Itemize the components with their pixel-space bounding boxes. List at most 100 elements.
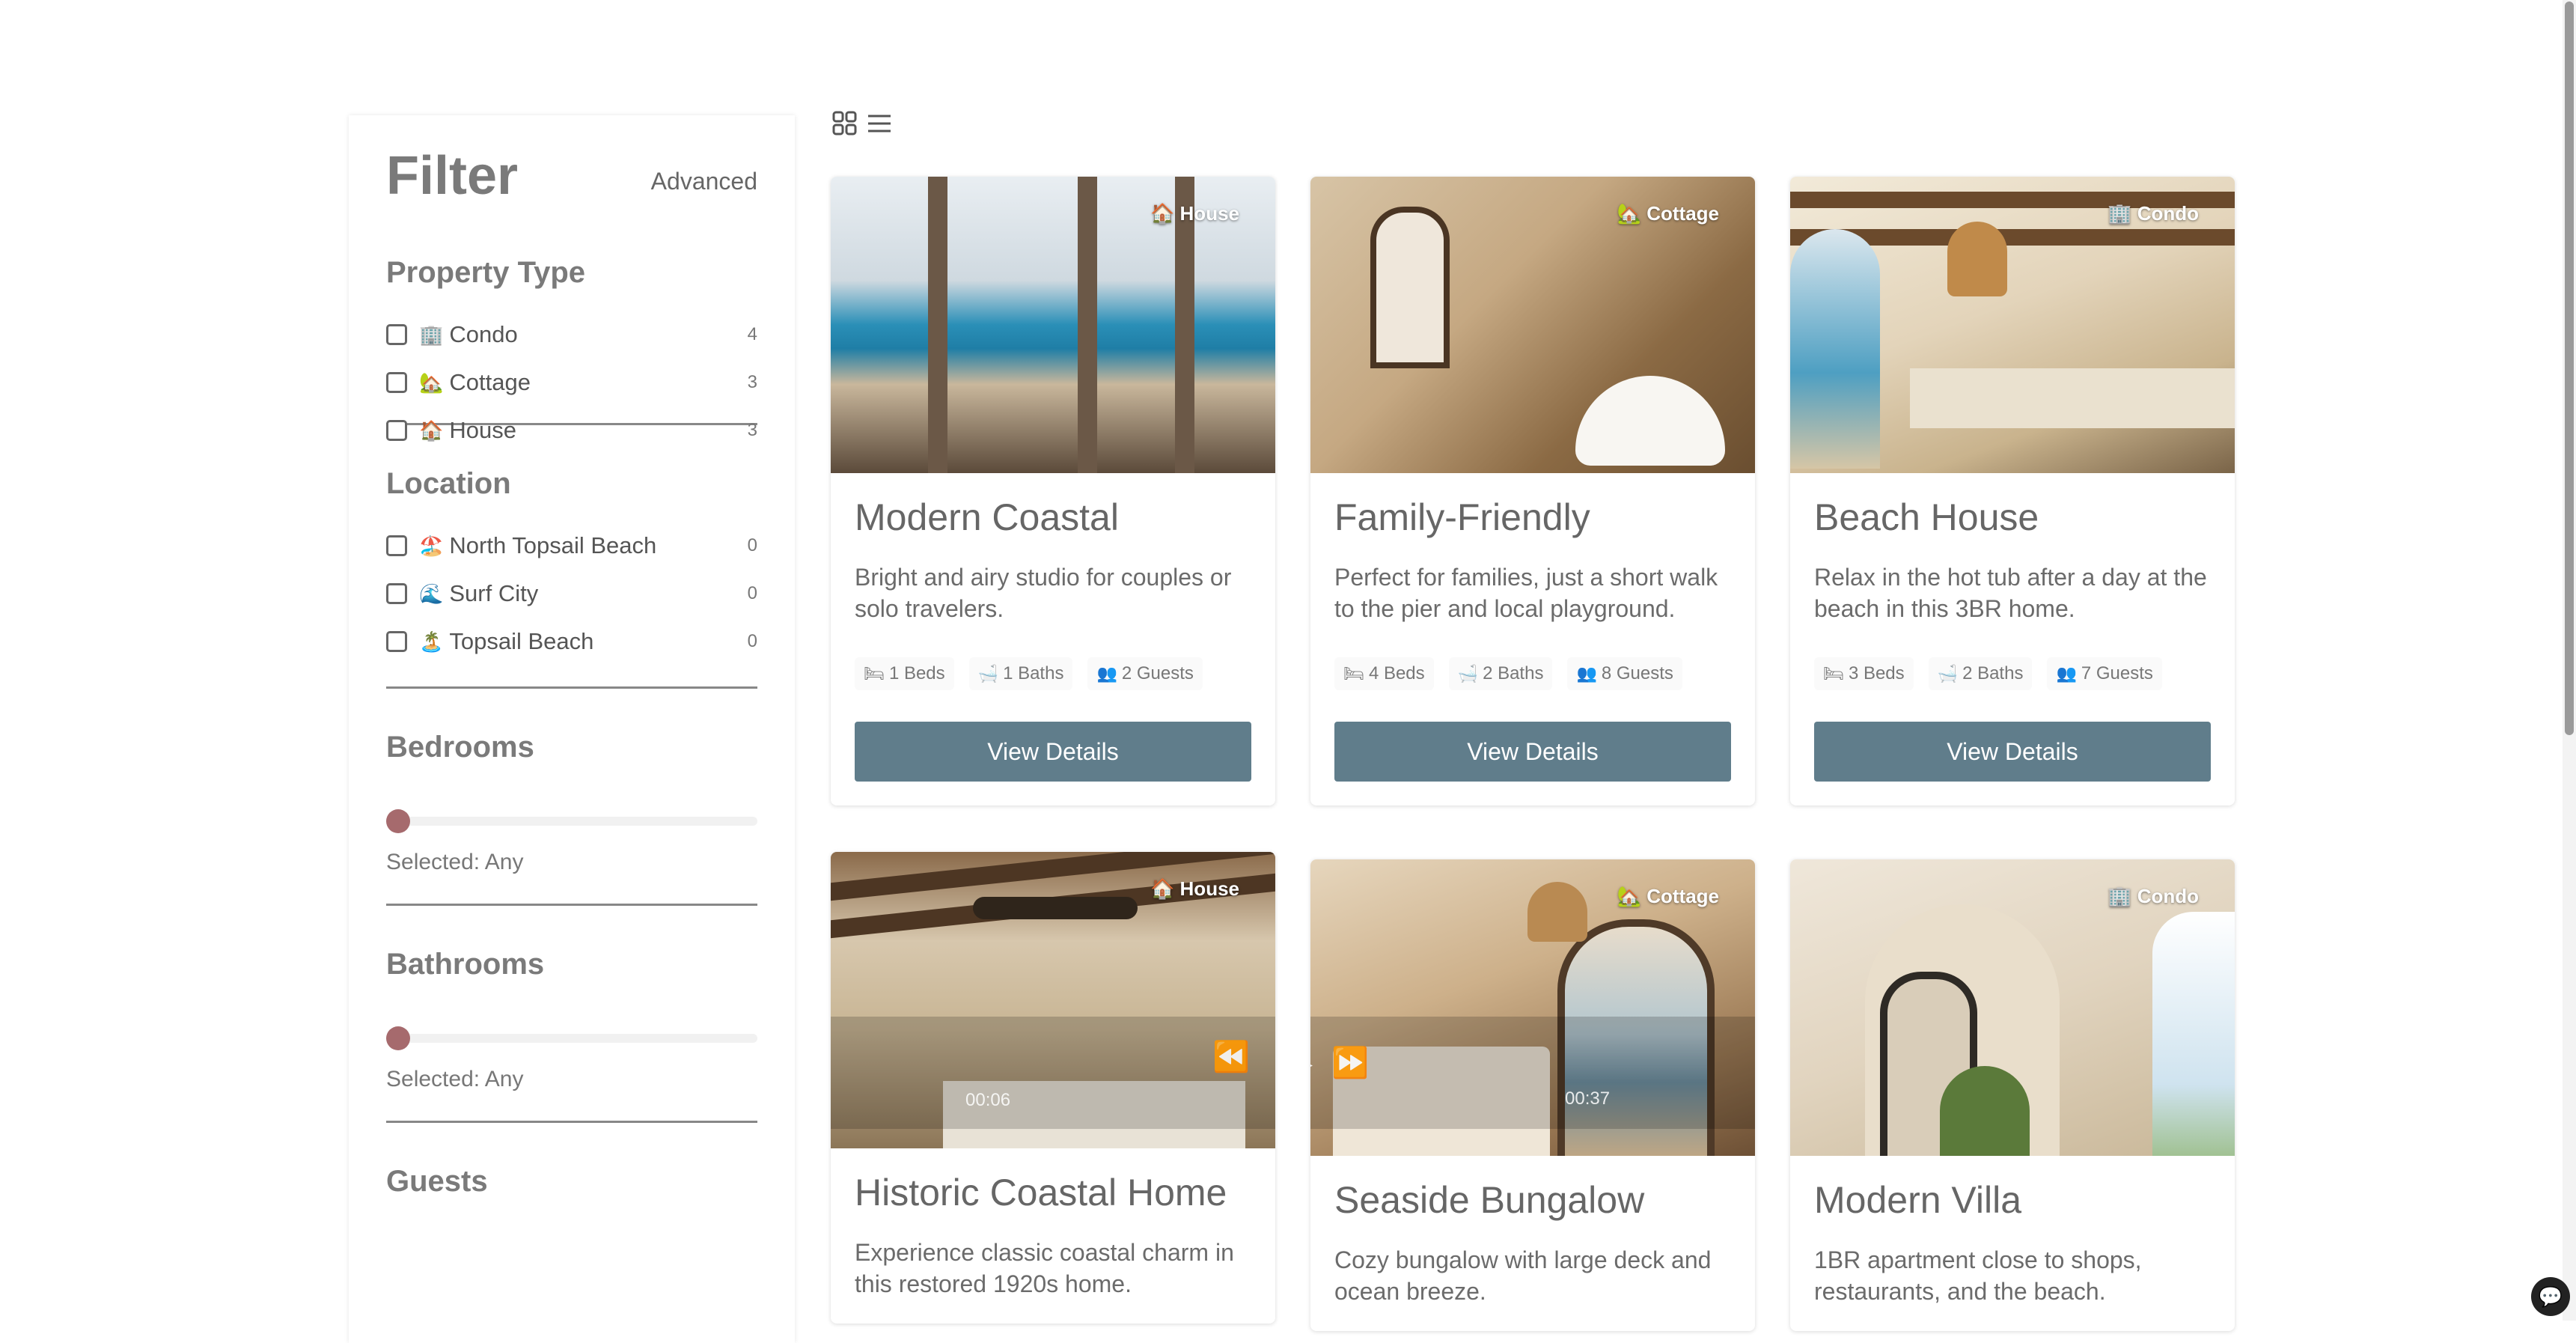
card-title: Historic Coastal Home xyxy=(855,1172,1227,1213)
option-count: 3 xyxy=(747,372,757,392)
bedrooms-section: Bedrooms Selected: Any xyxy=(386,689,757,906)
play-icon[interactable]: ▶ xyxy=(1310,1038,1313,1087)
guests-icon: 👥 xyxy=(2056,664,2077,683)
property-card: 🏢 Condo Modern Villa 1BR apartment close… xyxy=(1790,859,2235,1331)
guests-icon: 👥 xyxy=(1576,664,1597,683)
beds-info: 🛏 3 Beds xyxy=(1814,657,1914,690)
view-details-button[interactable]: View Details xyxy=(1334,722,1731,782)
property-video[interactable]: 🏠 House ⏪ 00:06 xyxy=(831,852,1275,1148)
option-label: North Topsail Beach xyxy=(449,532,657,558)
property-card: 🏢 Condo Beach House Relax in the hot tub… xyxy=(1790,177,2235,806)
option-label: Condo xyxy=(449,321,518,347)
video-total-time: 00:37 xyxy=(1565,1088,1611,1109)
option-count: 4 xyxy=(747,324,757,344)
property-type-badge: 🏠 House xyxy=(1150,877,1239,900)
property-card: 🏡 Cottage Family-Friendly Perfect for fa… xyxy=(1310,177,1755,806)
card-title: Seaside Bungalow xyxy=(1334,1179,1645,1221)
checkbox[interactable] xyxy=(386,324,407,345)
filter-sidebar: Filter Advanced Property Type 🏢 Condo 4 … xyxy=(349,115,795,1343)
option-label: Surf City xyxy=(449,580,539,606)
property-type-option-cottage[interactable]: 🏡 Cottage 3 xyxy=(386,359,757,406)
card-title: Beach House xyxy=(1814,496,2039,538)
card-description: Bright and airy studio for couples or so… xyxy=(855,564,1232,622)
view-toggle xyxy=(832,111,892,136)
location-section: Location 🏖️ North Topsail Beach 0 🌊 Surf… xyxy=(386,425,757,689)
house-icon: 🏠 xyxy=(419,418,444,442)
view-details-button[interactable]: View Details xyxy=(1814,722,2211,782)
slider-handle[interactable] xyxy=(386,809,410,833)
option-label: House xyxy=(449,417,516,443)
cottage-icon: 🏡 xyxy=(419,371,444,394)
property-type-badge: 🏠 House xyxy=(1150,202,1239,225)
location-title: Location xyxy=(386,467,511,500)
fast-forward-icon[interactable]: ⏩ xyxy=(1331,1045,1369,1080)
card-description: 1BR apartment close to shops, restaurant… xyxy=(1814,1246,2142,1305)
baths-info: 🛁 2 Baths xyxy=(1928,657,2033,690)
bedrooms-title: Bedrooms xyxy=(386,731,534,764)
property-type-option-condo[interactable]: 🏢 Condo 4 xyxy=(386,311,757,359)
building-icon: 🏢 xyxy=(419,323,444,346)
property-photo[interactable]: 🏠 House xyxy=(831,177,1275,473)
baths-info: 🛁 1 Baths xyxy=(968,657,1073,690)
bed-icon: 🛏 xyxy=(1823,664,1844,683)
property-photo[interactable]: 🏡 Cottage ▶ ⏩ 00:37 xyxy=(1310,859,1755,1156)
bathrooms-section: Bathrooms Selected: Any xyxy=(386,906,757,1123)
card-description: Experience classic coastal charm in this… xyxy=(855,1239,1234,1297)
checkbox[interactable] xyxy=(386,631,407,652)
property-photo[interactable]: 🏢 Condo xyxy=(1790,177,2235,473)
checkbox[interactable] xyxy=(386,583,407,604)
chat-icon[interactable]: 💬 xyxy=(2531,1277,2570,1316)
bathrooms-slider[interactable] xyxy=(386,1026,757,1050)
bedrooms-selected: Selected: Any xyxy=(386,850,524,874)
property-photo[interactable]: 🏢 Condo xyxy=(1790,859,2235,1156)
card-title: Modern Coastal xyxy=(855,496,1119,538)
video-controls xyxy=(831,1017,1275,1129)
rewind-icon[interactable]: ⏪ xyxy=(1212,1039,1250,1074)
wave-icon: 🌊 xyxy=(419,582,444,605)
property-type-title: Property Type xyxy=(386,256,585,289)
slider-handle[interactable] xyxy=(386,1026,410,1050)
property-type-badge: 🏢 Condo xyxy=(2108,885,2199,907)
card-description: Relax in the hot tub after a day at the … xyxy=(1814,564,2207,622)
guests-info: 👥 2 Guests xyxy=(1087,657,1203,690)
property-type-badge: 🏢 Condo xyxy=(2108,202,2199,225)
card-title: Modern Villa xyxy=(1814,1179,2022,1221)
checkbox[interactable] xyxy=(386,372,407,393)
list-icon[interactable] xyxy=(867,111,892,136)
property-type-badge: 🏡 Cottage xyxy=(1617,885,1719,907)
option-count: 0 xyxy=(747,583,757,603)
bed-icon: 🛏 xyxy=(1343,664,1364,683)
guests-section: Guests xyxy=(386,1123,757,1199)
island-icon: 🏝️ xyxy=(419,630,444,653)
card-title: Family-Friendly xyxy=(1334,496,1590,538)
guests-info: 👥 8 Guests xyxy=(1567,657,1682,690)
option-count: 0 xyxy=(747,535,757,555)
guests-title: Guests xyxy=(386,1165,488,1198)
property-card: 🏠 House Modern Coastal Bright and airy s… xyxy=(831,177,1275,806)
checkbox[interactable] xyxy=(386,420,407,441)
view-details-button[interactable]: View Details xyxy=(855,722,1251,782)
beds-info: 🛏 1 Beds xyxy=(855,657,954,690)
guests-info: 👥 7 Guests xyxy=(2047,657,2162,690)
option-count: 3 xyxy=(747,420,757,440)
option-count: 0 xyxy=(747,631,757,651)
checkbox[interactable] xyxy=(386,535,407,556)
guests-icon: 👥 xyxy=(1096,664,1117,683)
advanced-link[interactable]: Advanced xyxy=(651,168,757,195)
location-option-topsail-beach[interactable]: 🏝️ Topsail Beach 0 xyxy=(386,618,757,666)
video-current-time: 00:06 xyxy=(965,1090,1011,1110)
scrollbar-thumb[interactable] xyxy=(2565,1,2574,735)
bed-icon: 🛏 xyxy=(864,664,885,683)
location-option-north-topsail-beach[interactable]: 🏖️ North Topsail Beach 0 xyxy=(386,522,757,570)
option-label: Topsail Beach xyxy=(449,628,594,654)
bedrooms-slider[interactable] xyxy=(386,809,757,833)
property-type-section: Property Type 🏢 Condo 4 🏡 Cottage 3 🏠 Ho… xyxy=(386,235,757,443)
beach-umbrella-icon: 🏖️ xyxy=(419,534,444,557)
vertical-scrollbar[interactable] xyxy=(2563,0,2576,1321)
card-description: Perfect for families, just a short walk … xyxy=(1334,564,1718,622)
location-option-surf-city[interactable]: 🌊 Surf City 0 xyxy=(386,570,757,618)
bath-icon: 🛁 xyxy=(1457,664,1479,683)
grid-icon[interactable] xyxy=(832,111,858,136)
property-photo[interactable]: 🏡 Cottage xyxy=(1310,177,1755,473)
beds-info: 🛏 4 Beds xyxy=(1334,657,1434,690)
